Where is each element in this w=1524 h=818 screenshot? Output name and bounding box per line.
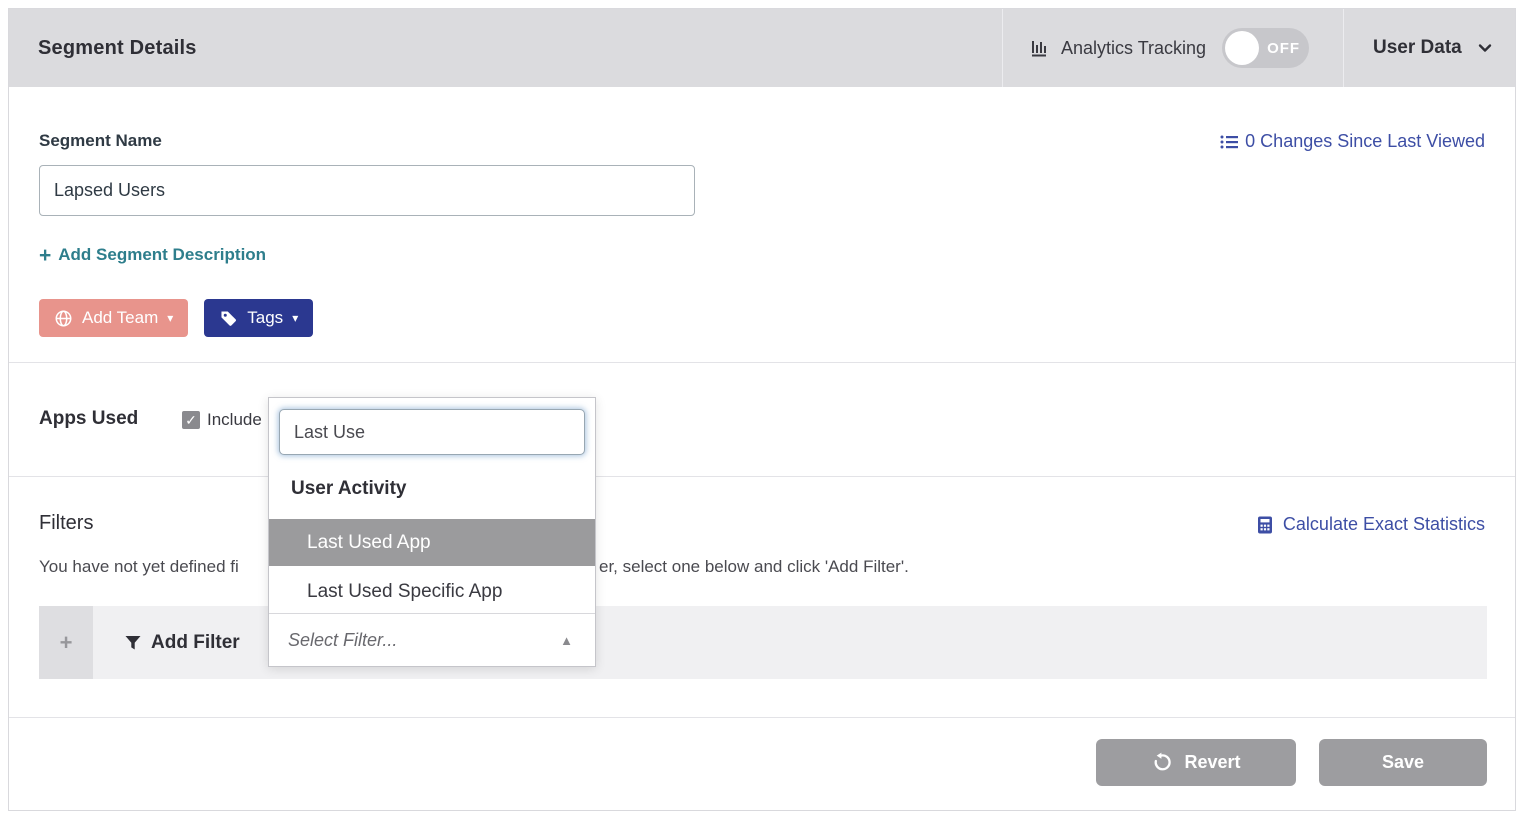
add-description-label: Add Segment Description bbox=[58, 245, 266, 265]
caret-down-icon: ▾ bbox=[292, 312, 298, 324]
changes-link-label: 0 Changes Since Last Viewed bbox=[1245, 131, 1485, 152]
list-icon bbox=[1219, 132, 1239, 152]
analytics-tracking-label: Analytics Tracking bbox=[1061, 38, 1206, 59]
filter-group-label: User Activity bbox=[291, 478, 406, 500]
calculate-link-label: Calculate Exact Statistics bbox=[1283, 514, 1485, 535]
check-icon: ✓ bbox=[185, 412, 197, 428]
revert-button[interactable]: Revert bbox=[1096, 739, 1296, 786]
filter-search-input[interactable] bbox=[279, 409, 585, 455]
add-filter-button[interactable]: Add Filter bbox=[123, 606, 240, 679]
bar-chart-icon bbox=[1029, 37, 1051, 59]
toggle-knob bbox=[1225, 31, 1259, 65]
add-team-button[interactable]: Add Team ▾ bbox=[39, 299, 188, 337]
page-title: Segment Details bbox=[38, 9, 197, 87]
caret-up-icon: ▲ bbox=[560, 633, 573, 648]
filter-option-last-used-app[interactable]: Last Used App bbox=[269, 519, 595, 566]
section-divider bbox=[9, 476, 1515, 477]
caret-down-icon: ▾ bbox=[167, 312, 173, 324]
footer-divider bbox=[9, 717, 1515, 718]
analytics-tracking-group: Analytics Tracking OFF bbox=[1029, 9, 1309, 87]
header-bar: Segment Details Analytics Tracking OFF U… bbox=[9, 9, 1515, 87]
filter-select-dropdown: User Activity Last Used App Last Used Sp… bbox=[268, 397, 596, 667]
save-label: Save bbox=[1382, 752, 1424, 773]
add-segment-description-link[interactable]: + Add Segment Description bbox=[39, 245, 266, 265]
option-label: Last Used Specific App bbox=[307, 581, 502, 603]
globe-icon bbox=[54, 309, 73, 328]
funnel-icon bbox=[123, 633, 143, 653]
segment-name-input[interactable] bbox=[39, 165, 695, 216]
select-filter-placeholder: Select Filter... bbox=[288, 630, 397, 651]
plus-icon: + bbox=[60, 630, 73, 656]
changes-since-last-viewed-link[interactable]: 0 Changes Since Last Viewed bbox=[1219, 131, 1485, 152]
section-divider bbox=[9, 362, 1515, 363]
user-data-label: User Data bbox=[1373, 37, 1462, 59]
plus-icon: + bbox=[39, 247, 51, 264]
team-tags-row: Add Team ▾ Tags ▾ bbox=[39, 299, 313, 337]
segment-name-label: Segment Name bbox=[39, 131, 162, 151]
chevron-down-icon bbox=[1476, 39, 1494, 57]
option-label: Last Used App bbox=[307, 532, 431, 554]
calculator-icon bbox=[1255, 515, 1275, 535]
filters-description-left: You have not yet defined fi bbox=[39, 557, 239, 577]
save-button[interactable]: Save bbox=[1319, 739, 1487, 786]
toggle-state-label: OFF bbox=[1267, 28, 1300, 68]
include-label: Include bbox=[207, 410, 262, 430]
analytics-tracking-toggle[interactable]: OFF bbox=[1222, 28, 1309, 68]
include-checkbox[interactable]: ✓ bbox=[182, 411, 200, 429]
add-filter-label: Add Filter bbox=[151, 632, 240, 654]
add-filter-plus-button[interactable]: + bbox=[39, 606, 93, 679]
undo-icon bbox=[1151, 752, 1172, 773]
apps-used-label: Apps Used bbox=[39, 408, 138, 430]
tag-icon bbox=[219, 309, 238, 328]
calculate-exact-statistics-link[interactable]: Calculate Exact Statistics bbox=[1255, 514, 1485, 535]
filter-option-last-used-specific-app[interactable]: Last Used Specific App bbox=[269, 568, 595, 615]
revert-label: Revert bbox=[1184, 752, 1240, 773]
header-divider bbox=[1002, 9, 1003, 87]
segment-details-card: Segment Details Analytics Tracking OFF U… bbox=[8, 8, 1516, 811]
user-data-menu[interactable]: User Data bbox=[1373, 9, 1494, 87]
add-team-label: Add Team bbox=[82, 308, 158, 328]
tags-button[interactable]: Tags ▾ bbox=[204, 299, 313, 337]
header-divider bbox=[1343, 9, 1344, 87]
select-filter-control[interactable]: Select Filter... ▲ bbox=[269, 613, 595, 666]
add-filter-bar: + Add Filter bbox=[39, 606, 1487, 679]
tags-label: Tags bbox=[247, 308, 283, 328]
filters-heading: Filters bbox=[39, 512, 93, 535]
filters-description-right: er, select one below and click 'Add Filt… bbox=[599, 557, 909, 577]
